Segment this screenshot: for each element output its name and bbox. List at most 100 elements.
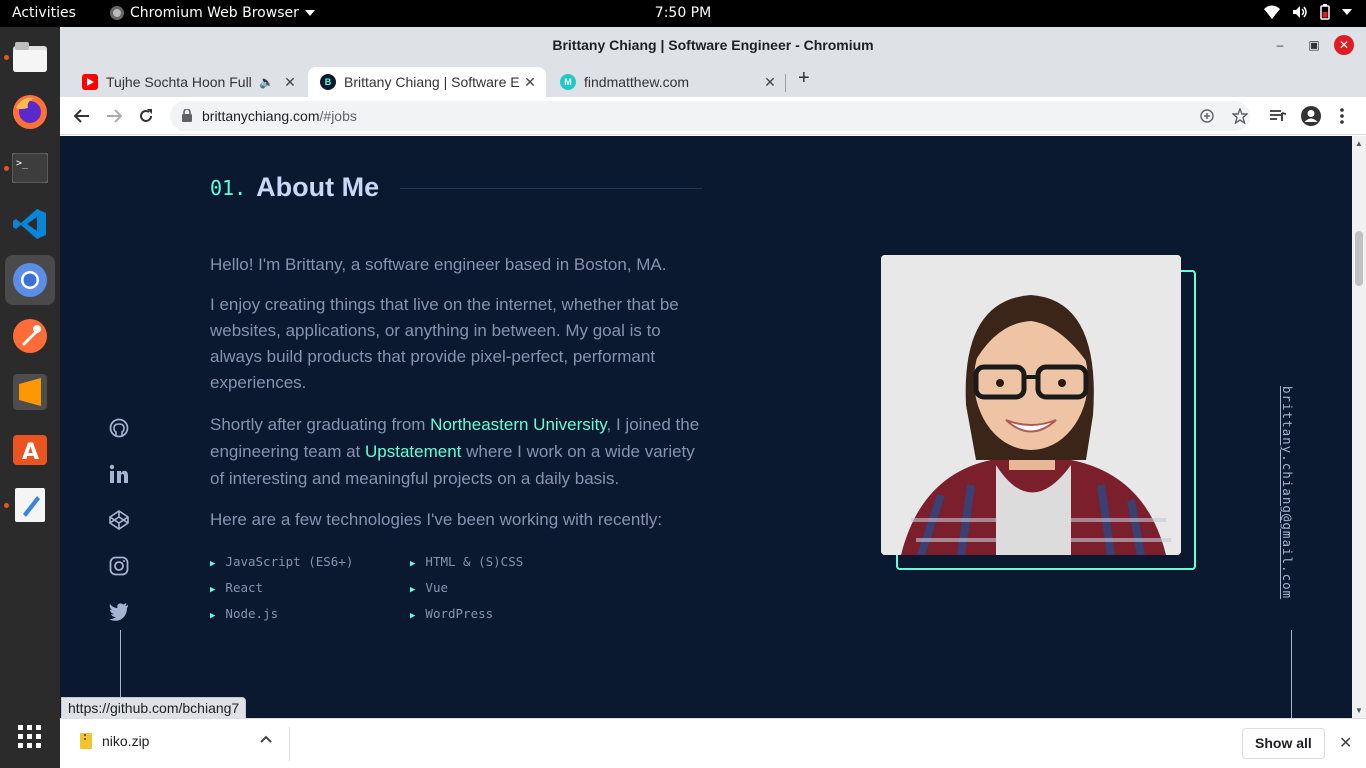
caret-down-icon [304,10,315,16]
forward-button[interactable] [104,106,124,126]
playlist-icon [1270,110,1286,121]
tech-item: ▶ Node.js [210,606,278,621]
triangle-bullet-icon: ▶ [210,611,216,621]
postman-icon[interactable] [10,316,50,356]
lock-icon[interactable] [182,109,192,122]
triangle-bullet-icon: ▶ [210,559,216,569]
page-scrollbar[interactable]: ▲ ▼ [1352,136,1366,718]
hexagon-b-icon: B [320,74,336,90]
url-path: /#jobs [319,108,357,124]
about-paragraph: I enjoy creating things that live on the… [210,295,679,392]
address-bar[interactable]: brittanychiang.com/#jobs [170,101,1250,131]
reload-icon [140,109,152,122]
kebab-menu-icon [1340,108,1344,124]
app-menu-label: Chromium Web Browser [130,5,299,21]
show-applications-icon[interactable] [10,717,50,757]
chevron-up-icon[interactable] [260,735,272,743]
instagram-icon[interactable] [108,555,130,577]
vscode-icon[interactable] [10,204,50,244]
scrollbar-thumb[interactable] [1355,231,1363,286]
media-controls-button[interactable] [1268,106,1288,126]
back-button[interactable] [72,106,92,126]
battery-icon [1320,4,1330,20]
zip-file-icon [80,733,92,749]
close-shelf-icon[interactable]: ✕ [1339,733,1352,753]
account-icon [1301,106,1321,126]
text-editor-icon[interactable] [10,485,50,525]
tab-close-icon[interactable]: ✕ [520,74,540,91]
software-center-icon[interactable]: A [10,428,50,468]
maximize-button[interactable]: ▣ [1304,35,1324,55]
codepen-icon[interactable] [108,509,130,531]
tech-label: JavaScript (ES6+) [225,554,354,569]
running-indicator [4,503,9,508]
tech-item: ▶ React [210,580,263,595]
terminal-icon[interactable]: >_ [10,148,50,188]
tab-strip: Tujhe Sochta Hoon Full 🔈 ✕ B Brittany Ch… [60,63,1366,97]
tech-item: ▶ JavaScript (ES6+) [210,554,353,569]
download-shelf: niko.zip Show all ✕ [60,718,1366,768]
volume-icon [1293,6,1307,18]
tab-close-icon[interactable]: ✕ [760,74,780,91]
show-all-button[interactable]: Show all [1242,728,1325,759]
profile-photo[interactable] [881,255,1181,555]
northeastern-link[interactable]: Northeastern University [430,415,606,434]
system-tray[interactable] [1264,4,1352,20]
career-paragraph: Shortly after graduating from Northeaste… [210,411,700,492]
menu-button[interactable] [1332,106,1352,126]
activities-button[interactable]: Activities [12,5,76,21]
url-host: brittanychiang.com [202,108,320,124]
tech-item: ▶ Vue [410,580,448,595]
github-icon[interactable] [108,417,130,439]
chromium-dock-icon[interactable] [5,255,55,305]
tab-close-icon[interactable]: ✕ [280,74,300,91]
wifi-icon [1264,5,1280,19]
browser-window: Brittany Chiang | Software Engineer - Ch… [60,27,1366,768]
link-status-bubble: https://github.com/bchiang7 [61,697,247,719]
scroll-down-icon[interactable]: ▼ [1355,706,1363,715]
download-item[interactable]: niko.zip [80,733,149,749]
triangle-bullet-icon: ▶ [210,585,216,595]
tech-label: HTML & (S)CSS [425,554,524,569]
svg-text:A: A [22,440,39,465]
tech-label: Node.js [225,606,279,621]
reload-button[interactable] [136,106,156,126]
new-tab-button[interactable]: + [798,67,810,90]
browser-toolbar: brittanychiang.com/#jobs [60,97,1366,135]
close-window-button[interactable]: ✕ [1334,35,1354,55]
triangle-bullet-icon: ▶ [410,611,416,621]
system-top-bar: Activities Chromium Web Browser 7:50 PM [0,0,1366,27]
window-title: Brittany Chiang | Software Engineer - Ch… [552,37,874,53]
window-titlebar[interactable]: Brittany Chiang | Software Engineer - Ch… [60,27,1366,63]
arrow-left-icon [74,109,89,123]
career-text-a: Shortly after graduating from [210,415,431,434]
tab-label: Brittany Chiang | Software Engineer [344,74,520,90]
download-separator [289,727,290,761]
email-link[interactable]: brittany.chiang@gmail.com [1280,386,1295,599]
files-icon[interactable] [10,37,50,77]
heading-divider [400,188,702,189]
star-icon[interactable] [1232,108,1248,124]
twitter-icon[interactable] [108,601,130,623]
tab-findmatthew[interactable]: M findmatthew.com ✕ [548,67,786,97]
page-content: 01. About Me Hello! I'm Brittany, a soft… [60,136,1352,718]
tab-brittany[interactable]: B Brittany Chiang | Software Engineer ✕ [308,67,546,97]
tab-separator [785,74,786,92]
tab-youtube[interactable]: Tujhe Sochta Hoon Full 🔈 ✕ [70,67,306,97]
tech-item: ▶ HTML & (S)CSS [410,554,523,569]
arrow-right-icon [107,109,122,123]
tech-intro-paragraph: Here are a few technologies I've been wo… [210,510,663,529]
app-menu[interactable]: Chromium Web Browser [110,5,315,21]
speaker-icon: 🔈 [259,75,274,89]
upstatement-link[interactable]: Upstatement [365,442,461,461]
m-circle-icon: M [560,74,576,90]
minimize-button[interactable]: – [1270,35,1290,55]
install-app-icon[interactable] [1200,109,1214,123]
section-number: 01. [210,175,247,200]
sublime-text-icon[interactable] [10,372,50,412]
firefox-icon[interactable] [10,92,50,132]
profile-button[interactable] [1301,106,1321,126]
scroll-up-icon[interactable]: ▲ [1355,139,1363,148]
linkedin-icon[interactable] [108,463,130,485]
tech-label: WordPress [425,606,494,621]
